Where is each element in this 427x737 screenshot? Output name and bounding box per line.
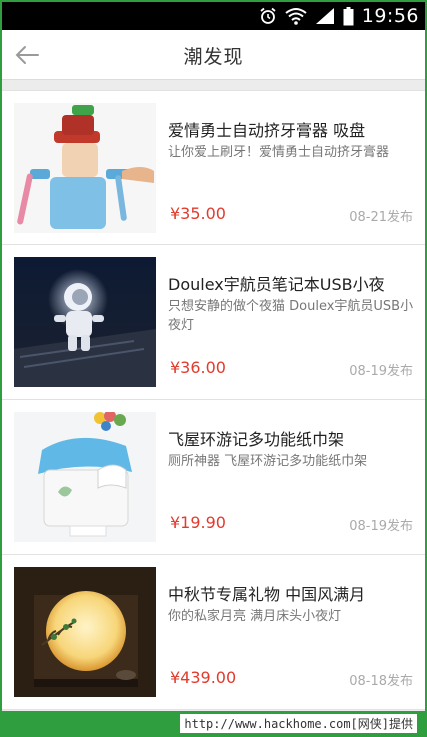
product-price: ¥19.90 xyxy=(170,513,226,532)
product-description: 只想安静的做个夜猫 Doulex宇航员USB小夜灯 xyxy=(168,299,414,333)
product-title: 爱情勇士自动挤牙膏器 吸盘 xyxy=(168,121,366,140)
product-item[interactable]: Doulex宇航员笔记本USB小夜 只想安静的做个夜猫 Doulex宇航员USB… xyxy=(2,245,425,400)
product-thumbnail xyxy=(14,567,156,697)
product-thumbnail xyxy=(14,412,156,542)
app-header: 潮发现 xyxy=(2,30,425,80)
page-title: 潮发现 xyxy=(183,46,244,68)
alarm-icon xyxy=(260,7,276,24)
product-item[interactable]: 飞屋环游记多功能纸巾架 厕所神器 飞屋环游记多功能纸巾架 ¥19.90 08-1… xyxy=(2,400,425,555)
product-item[interactable]: 爱情勇士自动挤牙膏器 吸盘 让你爱上刷牙！爱情勇士自动挤牙膏器 ¥35.00 0… xyxy=(2,90,425,245)
footer-bar: http://www.hackhome.com[网侠]提供 xyxy=(0,711,427,737)
product-description: 让你爱上刷牙！爱情勇士自动挤牙膏器 xyxy=(168,145,390,160)
product-date: 08-18发布 xyxy=(349,674,413,689)
product-title: Doulex宇航员笔记本USB小夜 xyxy=(168,275,385,294)
status-time: 19:56 xyxy=(361,5,419,27)
product-date: 08-19发布 xyxy=(349,519,413,534)
product-date: 08-21发布 xyxy=(349,210,413,225)
battery-icon xyxy=(343,6,354,25)
status-bar: 19:56 xyxy=(2,2,425,30)
product-description: 厕所神器 飞屋环游记多功能纸巾架 xyxy=(168,454,368,469)
signal-icon xyxy=(315,8,334,24)
product-item[interactable]: 中秋节专属礼物 中国风满月 你的私家月亮 满月床头小夜灯 ¥439.00 08-… xyxy=(2,555,425,710)
product-price: ¥36.00 xyxy=(170,358,226,377)
product-price: ¥35.00 xyxy=(170,204,226,223)
wifi-icon xyxy=(285,8,307,25)
product-title: 中秋节专属礼物 中国风满月 xyxy=(168,585,366,604)
product-description: 你的私家月亮 满月床头小夜灯 xyxy=(168,609,342,624)
footer-credit: http://www.hackhome.com[网侠]提供 xyxy=(180,714,417,733)
product-list: 爱情勇士自动挤牙膏器 吸盘 让你爱上刷牙！爱情勇士自动挤牙膏器 ¥35.00 0… xyxy=(2,90,425,710)
product-date: 08-19发布 xyxy=(349,364,413,379)
product-thumbnail xyxy=(14,103,156,233)
product-title: 飞屋环游记多功能纸巾架 xyxy=(168,430,345,449)
product-thumbnail xyxy=(14,257,156,387)
product-price: ¥439.00 xyxy=(170,668,237,687)
